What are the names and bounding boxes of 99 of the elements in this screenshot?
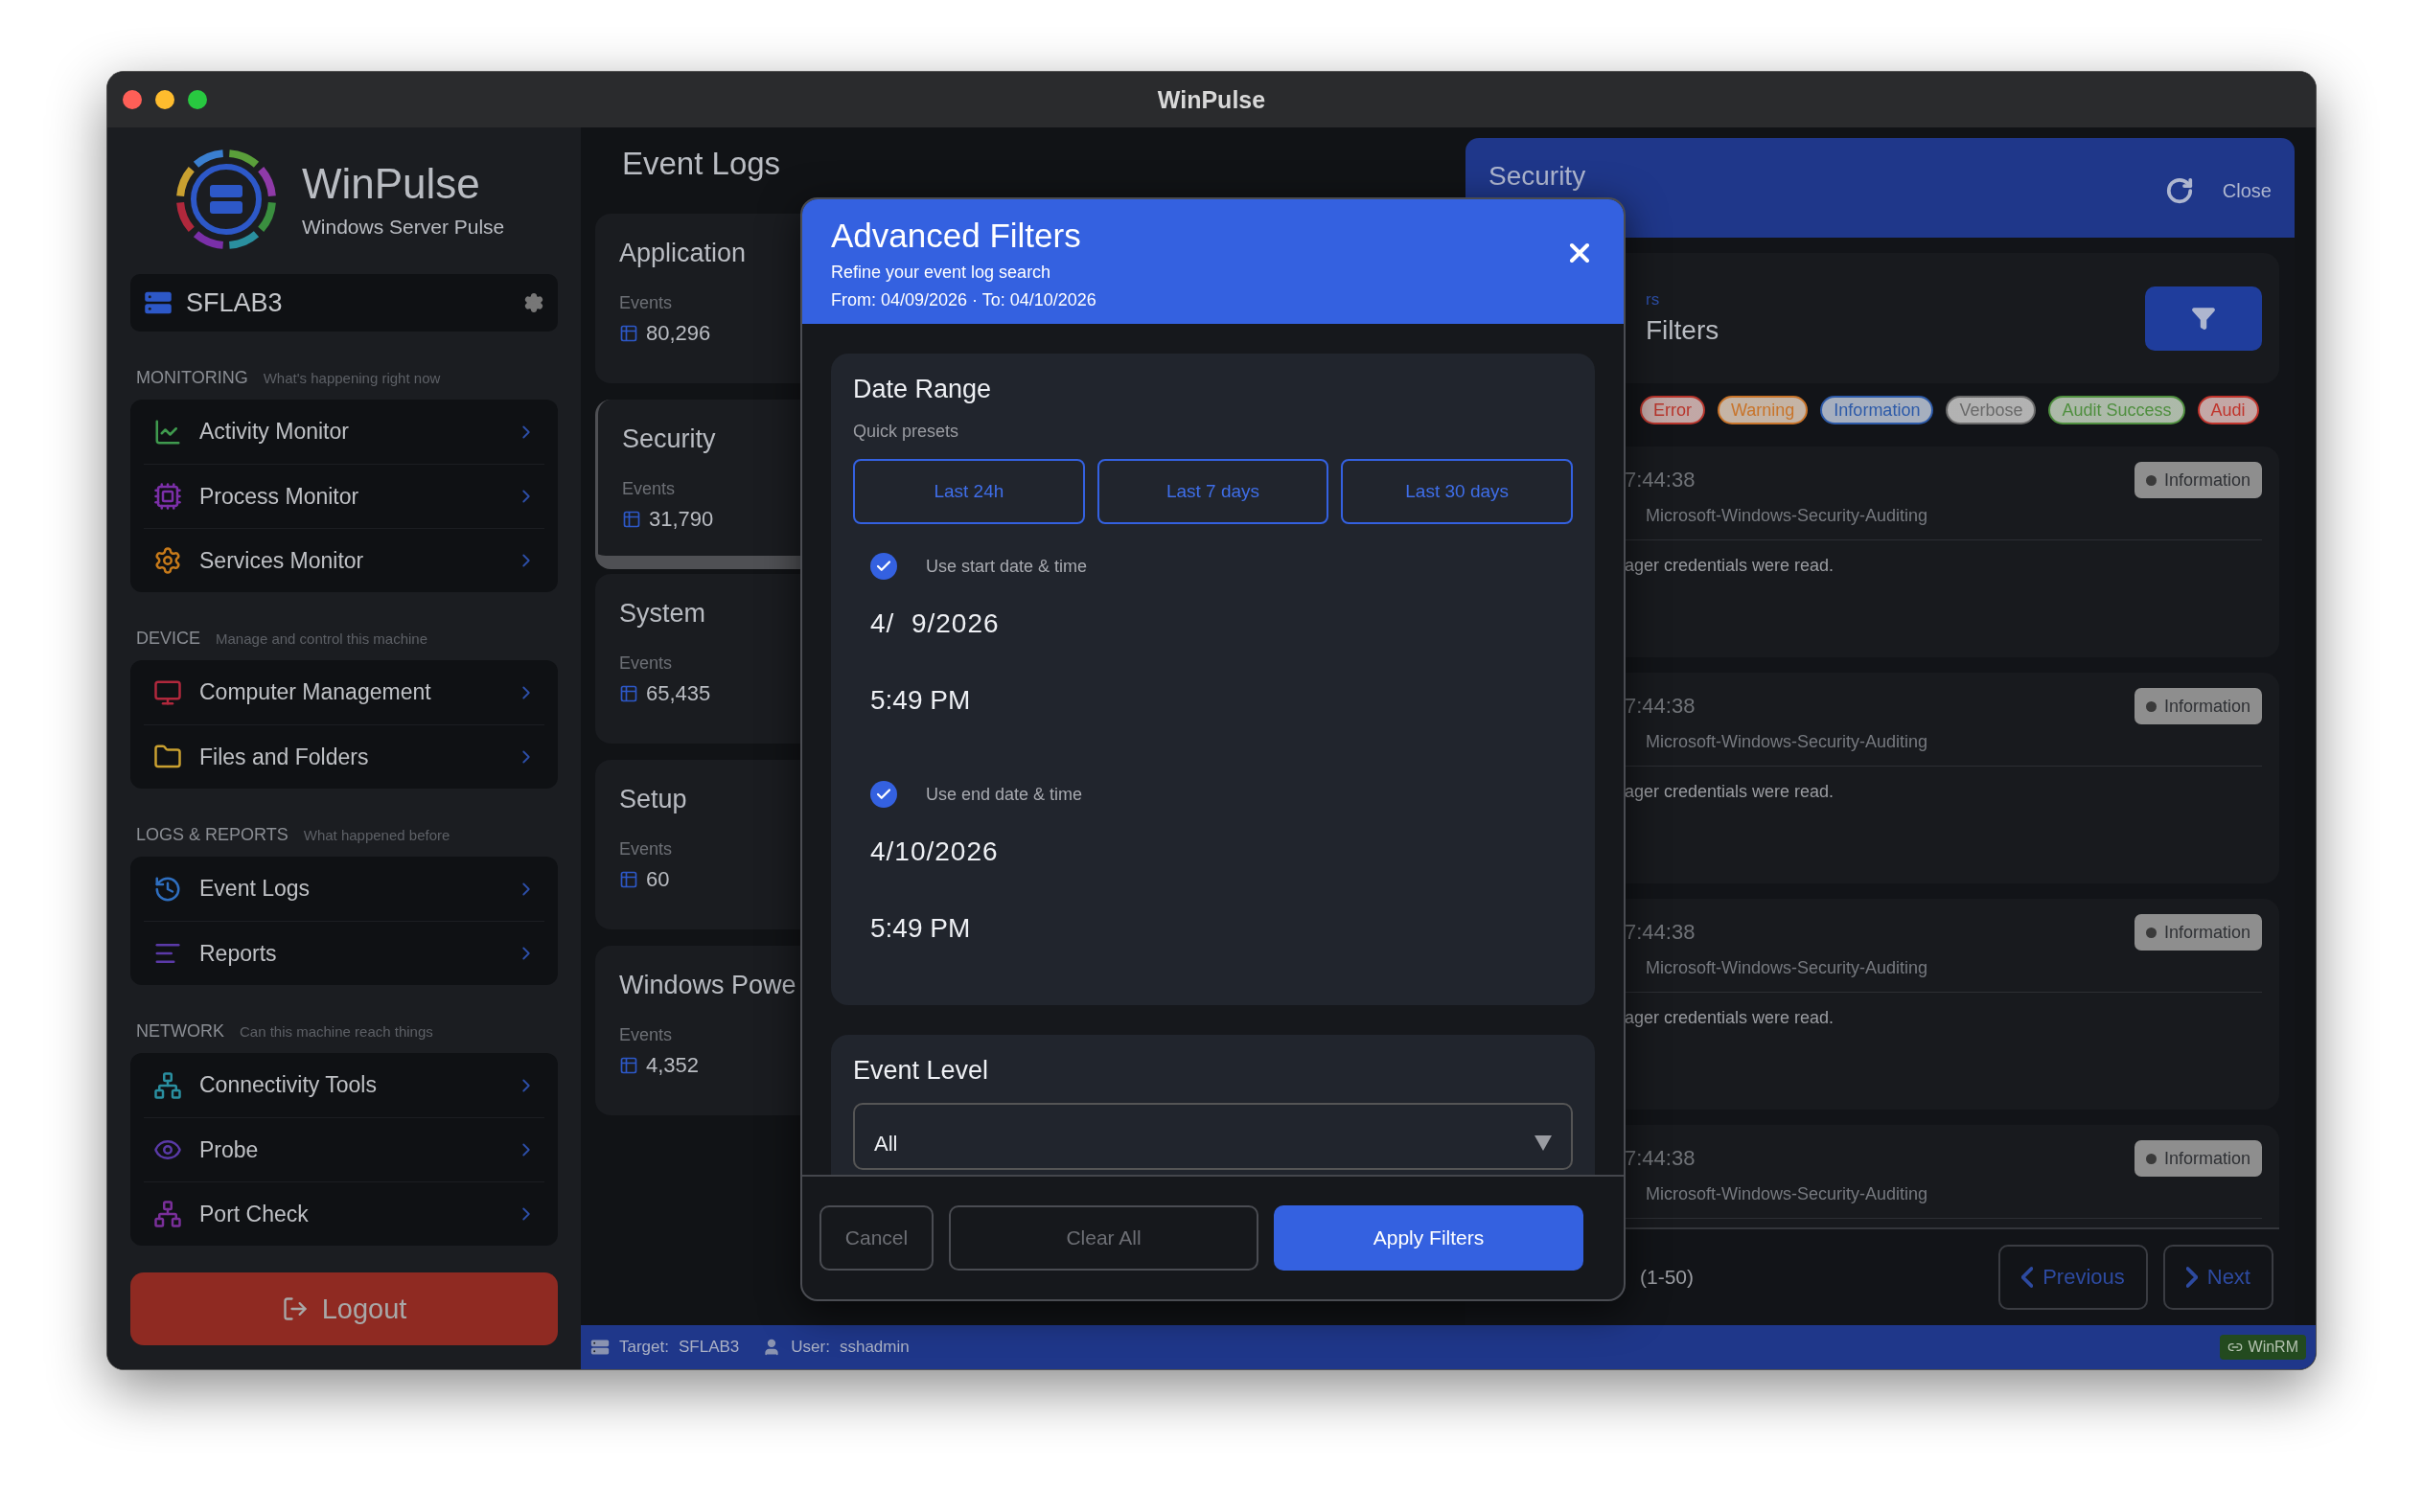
server-selector[interactable]: SFLAB3	[130, 274, 558, 332]
events-label: Events	[619, 839, 673, 859]
filter-hint: rs	[1646, 290, 1661, 309]
log-name: Security	[622, 424, 716, 454]
zoom-window-button[interactable]	[188, 90, 207, 109]
nav-item[interactable]: Port Check	[144, 1181, 544, 1246]
card-title: Date Range	[853, 375, 993, 404]
nav-item[interactable]: Activity Monitor	[144, 400, 544, 464]
panel-title: Security	[1488, 161, 1587, 192]
level-badge: Information	[2134, 462, 2262, 498]
app-name: WinPulse	[302, 160, 481, 208]
cancel-button[interactable]: Cancel	[819, 1205, 934, 1271]
log-name: Application	[619, 239, 747, 268]
section-subtitle: Can this machine reach things	[240, 1023, 433, 1040]
nav-item[interactable]: Probe	[144, 1117, 544, 1181]
event-message: ager credentials were read.	[1625, 782, 1835, 802]
event-time: 7:44:38	[1625, 694, 1696, 719]
logout-button[interactable]: Logout	[130, 1272, 558, 1345]
event-count: 60	[646, 867, 670, 892]
events-label: Events	[619, 293, 673, 313]
checkbox[interactable]	[870, 781, 897, 808]
section-title: DEVICE	[136, 629, 201, 649]
table-icon	[619, 1056, 638, 1075]
level-badge: Information	[2134, 688, 2262, 724]
user-label: User:	[791, 1338, 830, 1357]
refresh-icon[interactable]	[2164, 176, 2194, 205]
section-title: NETWORK	[136, 1021, 224, 1042]
section-subtitle: What's happening right now	[263, 370, 441, 386]
close-window-button[interactable]	[123, 90, 142, 109]
app-subtitle: Windows Server Pulse	[302, 216, 505, 239]
dropdown-arrow-icon	[1535, 1135, 1552, 1151]
connection-badge: WinRM	[2219, 1335, 2306, 1360]
event-message: ager credentials were read.	[1625, 1008, 1835, 1028]
settings-icon[interactable]	[523, 292, 544, 313]
window-title: WinPulse	[1157, 85, 1266, 114]
section-title: MONITORING	[136, 368, 248, 388]
checkbox-label: Use start date & time	[926, 556, 1088, 577]
chevron-right-icon	[2185, 1267, 2198, 1288]
chip-icon	[153, 482, 182, 511]
target-value: SFLAB3	[679, 1338, 740, 1357]
event-count: 4,352	[646, 1053, 700, 1078]
event-count: 31,790	[649, 507, 714, 532]
close-link[interactable]: Close	[2222, 180, 2272, 202]
user-value: sshadmin	[839, 1338, 910, 1357]
nav-item[interactable]: Event Logs	[144, 857, 544, 921]
level-badge: Information	[2134, 1140, 2262, 1177]
logout-icon	[281, 1295, 309, 1322]
chevron-left-icon	[2021, 1267, 2034, 1288]
event-message: ager credentials were read.	[1625, 556, 1835, 576]
section-title: LOGS & REPORTS	[136, 825, 288, 845]
target-label: Target:	[619, 1338, 669, 1357]
section-subtitle: What happened before	[303, 827, 450, 843]
table-icon	[622, 510, 641, 529]
event-count: 65,435	[646, 681, 711, 706]
log-name: Windows Powe	[619, 971, 796, 1000]
nav-item[interactable]: Files and Folders	[144, 724, 544, 789]
presets-label: Quick presets	[853, 422, 960, 442]
minimize-window-button[interactable]	[155, 90, 174, 109]
dialog-title: Advanced Filters	[831, 217, 1082, 255]
preset-button[interactable]: Last 7 days	[1096, 459, 1329, 524]
date-range-summary: From: 04/09/2026 · To: 04/10/2026	[831, 290, 1097, 310]
nav-item[interactable]: Process Monitor	[144, 464, 544, 528]
preset-button[interactable]: Last 30 days	[1341, 459, 1573, 524]
event-time: 7:44:38	[1625, 1146, 1696, 1171]
log-name: System	[619, 599, 706, 629]
filter-icon	[2191, 306, 2216, 331]
nav-item[interactable]: Services Monitor	[144, 528, 544, 592]
preset-button[interactable]: Last 24h	[853, 459, 1085, 524]
level-dropdown[interactable]: All	[853, 1103, 1573, 1170]
checkbox-label: Use end date & time	[926, 784, 1083, 805]
events-label: Events	[619, 1025, 673, 1045]
log-name: Setup	[619, 785, 687, 814]
event-time: 7:44:38	[1625, 468, 1696, 493]
filter-button[interactable]	[2145, 286, 2262, 351]
event-time: 7:44:38	[1625, 920, 1696, 945]
events-label: Events	[622, 479, 676, 499]
network-icon	[153, 1200, 182, 1228]
filter-title: Filters	[1646, 315, 1720, 346]
table-icon	[619, 324, 638, 343]
checkbox[interactable]	[870, 553, 897, 580]
dialog-subtitle: Refine your event log search	[831, 263, 1052, 283]
network-icon	[153, 1070, 182, 1100]
gear-icon	[153, 546, 182, 575]
nav-item[interactable]: Computer Management	[144, 660, 544, 724]
event-count: 80,296	[646, 321, 711, 346]
card-title: Event Level	[853, 1056, 990, 1086]
clear-all-button[interactable]: Clear All	[949, 1205, 1258, 1271]
section-subtitle: Manage and control this machine	[216, 630, 427, 647]
table-icon	[619, 870, 638, 889]
nav-item[interactable]: Connectivity Tools	[144, 1053, 544, 1117]
page-title: Event Logs	[622, 145, 782, 183]
events-label: Events	[619, 653, 673, 674]
page-range: (1-50)	[1640, 1266, 1696, 1289]
ring-logo-icon	[173, 147, 279, 252]
nav-item[interactable]: Reports	[144, 921, 544, 985]
server-icon	[590, 1338, 610, 1357]
apply-filters-button[interactable]: Apply Filters	[1274, 1205, 1583, 1271]
table-icon	[619, 684, 638, 703]
level-badge: Information	[2134, 914, 2262, 951]
